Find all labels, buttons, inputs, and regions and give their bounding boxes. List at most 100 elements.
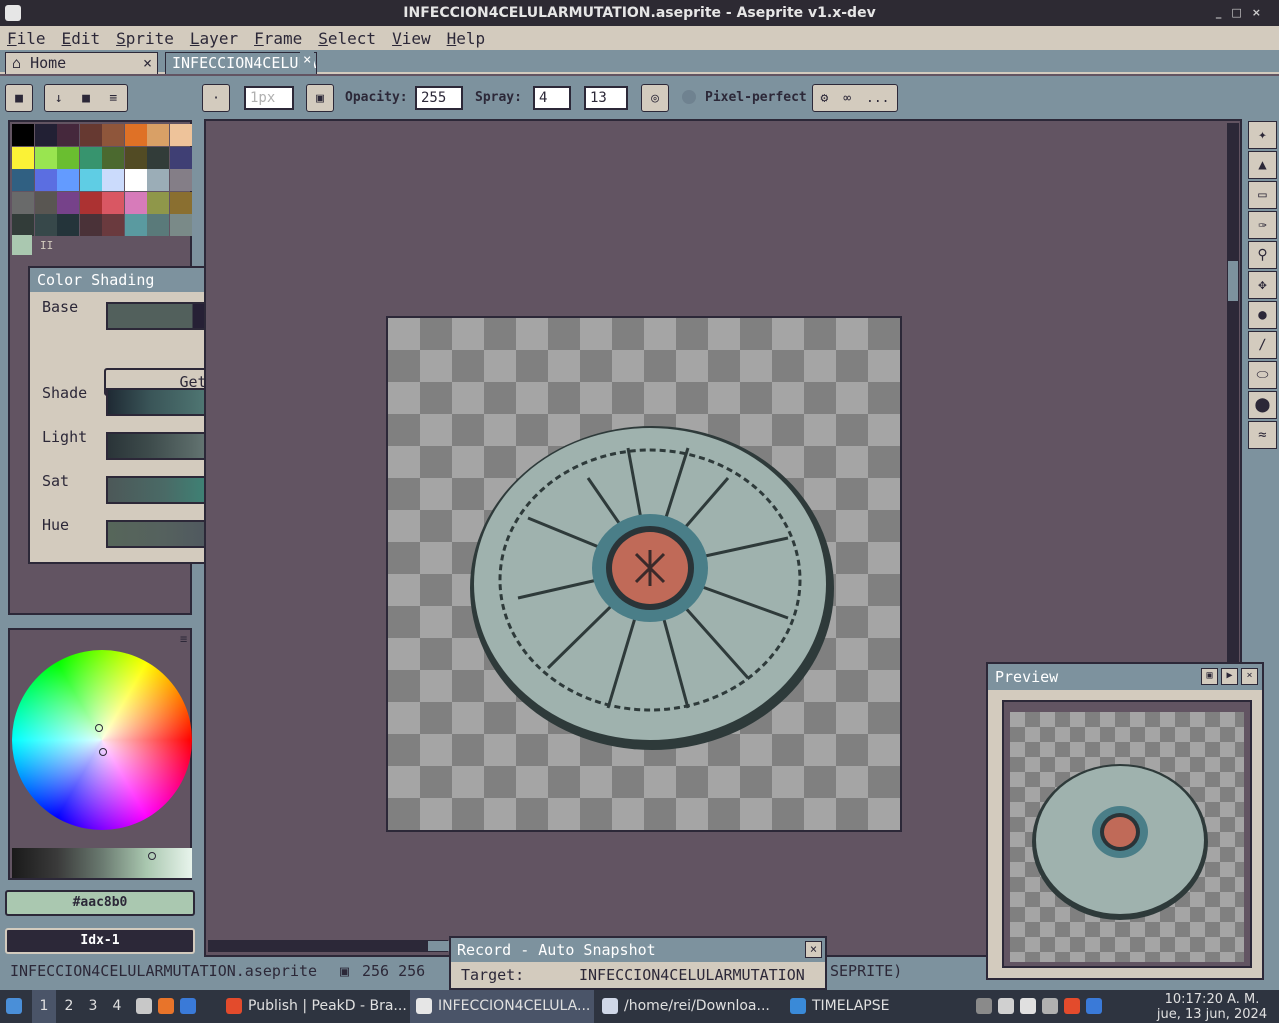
symmetry-button[interactable]: ◎ [641, 84, 669, 112]
start-menu[interactable] [6, 990, 28, 1023]
menu-sprite[interactable]: Sprite [109, 29, 183, 48]
palette-swatch[interactable] [12, 124, 34, 146]
menu-layer[interactable]: Layer [183, 29, 247, 48]
spray-width-input[interactable]: 4 [533, 86, 571, 110]
color-index-field[interactable]: Idx-1 [5, 928, 195, 954]
center-icon[interactable]: ▣ [1201, 668, 1218, 685]
lock-button[interactable]: ■ [5, 84, 33, 112]
palette-swatch[interactable] [124, 124, 147, 146]
horizontal-scrollbar[interactable] [208, 940, 458, 952]
brave-tray-icon[interactable] [1064, 998, 1080, 1014]
palette-swatch[interactable] [169, 191, 192, 214]
palette-swatch[interactable] [147, 214, 169, 236]
palette-swatch[interactable] [34, 214, 57, 236]
task-files[interactable]: /home/rei/Downloa... [602, 990, 780, 1023]
palette-swatch[interactable] [57, 146, 79, 169]
value-bar[interactable] [12, 848, 192, 878]
palette-swatch[interactable] [79, 124, 102, 146]
system-tray[interactable] [976, 990, 1108, 1023]
workspace-3[interactable]: 3 [82, 990, 104, 1023]
line-tool[interactable]: ∕ [1248, 331, 1277, 359]
close-icon[interactable]: × [1241, 668, 1258, 685]
network-icon[interactable] [976, 998, 992, 1014]
menu-help[interactable]: Help [440, 29, 495, 48]
palette-swatch[interactable] [57, 169, 79, 191]
wheel-marker[interactable] [95, 724, 103, 732]
eyedropper-tool[interactable]: ✑ [1248, 211, 1277, 239]
pixel-perfect-checkbox[interactable] [682, 90, 696, 104]
quick-launch[interactable] [136, 990, 202, 1023]
palette-swatch[interactable] [124, 169, 147, 191]
layer-actions[interactable]: ↓ ■ ≡ [44, 84, 128, 112]
menu-view[interactable]: View [385, 29, 440, 48]
palette-swatch[interactable] [79, 214, 102, 236]
preview-canvas[interactable] [1002, 700, 1252, 968]
task-aseprite[interactable]: INFECCION4CELULA... [410, 990, 594, 1023]
arrow-down-icon[interactable]: ↓ [55, 91, 63, 106]
play-icon[interactable]: ▶ [1221, 668, 1238, 685]
color-wheel[interactable] [12, 650, 192, 830]
display-icon[interactable] [1042, 998, 1058, 1014]
palette-swatch[interactable] [124, 214, 147, 236]
palette-swatch[interactable] [102, 146, 124, 169]
menu-frame[interactable]: Frame [247, 29, 311, 48]
volume-icon[interactable] [998, 998, 1014, 1014]
palette-swatch[interactable] [34, 169, 57, 191]
notification-icon[interactable] [1086, 998, 1102, 1014]
palette-swatch[interactable] [79, 191, 102, 214]
palette-swatch[interactable] [169, 124, 192, 146]
tab-document[interactable]: INFECCION4CELULARMUTATION.aseprite [165, 52, 317, 74]
brush-type-button[interactable]: · [202, 84, 230, 112]
spray-speed-input[interactable]: 13 [584, 86, 628, 110]
ellipse-tool[interactable]: ⬭ [1248, 361, 1277, 389]
selection-tool[interactable]: ✦ [1248, 121, 1277, 149]
blur-tool[interactable]: ≈ [1248, 421, 1277, 449]
palette-swatch[interactable] [169, 214, 192, 236]
palette-swatch[interactable] [169, 146, 192, 169]
palette-swatch[interactable] [147, 124, 169, 146]
palette-swatch[interactable] [57, 214, 79, 236]
hex-color-field[interactable]: #aac8b0 [5, 890, 195, 916]
preview-header[interactable]: Preview ▣ ▶ × [988, 664, 1262, 690]
more-button[interactable]: ... [866, 91, 889, 106]
files-icon[interactable] [136, 998, 152, 1014]
palette-swatch[interactable] [34, 191, 57, 214]
current-color-swatch[interactable] [12, 235, 32, 255]
palette-swatch[interactable] [147, 146, 169, 169]
terminal-icon[interactable] [180, 998, 196, 1014]
fill-tool[interactable]: ● [1248, 301, 1277, 329]
eraser-tool[interactable]: ▭ [1248, 181, 1277, 209]
gear-icon[interactable]: ⚙ [820, 91, 828, 106]
opacity-input[interactable]: 255 [415, 86, 463, 110]
menu-edit[interactable]: Edit [55, 29, 110, 48]
palette-swatch[interactable] [147, 169, 169, 191]
palette-swatch[interactable] [79, 169, 102, 191]
palette-swatch[interactable] [57, 191, 79, 214]
palette-swatch[interactable] [147, 191, 169, 214]
contour-tool[interactable]: ⬤ [1248, 391, 1277, 419]
menu-file[interactable]: File [0, 29, 55, 48]
palette-swatch[interactable] [12, 214, 34, 236]
task-timelapse[interactable]: TIMELAPSE [790, 990, 900, 1023]
wheel-menu-icon[interactable]: ≡ [180, 632, 187, 646]
close-icon[interactable]: × [805, 941, 822, 958]
clipboard-icon[interactable] [1020, 998, 1036, 1014]
palette-swatch[interactable] [12, 146, 34, 169]
task-browser[interactable]: Publish | PeakD - Bra... [226, 990, 406, 1023]
ink-button[interactable]: ▣ [306, 84, 334, 112]
palette-swatch[interactable] [34, 124, 57, 146]
sprite-canvas[interactable] [386, 316, 902, 832]
palette-swatch[interactable] [102, 214, 124, 236]
pencil-tool[interactable]: ▲ [1248, 151, 1277, 179]
window-controls[interactable]: _□× [1216, 0, 1271, 26]
palette-swatch[interactable] [124, 191, 147, 214]
move-tool[interactable]: ✥ [1248, 271, 1277, 299]
firefox-icon[interactable] [158, 998, 174, 1014]
brush-size-input[interactable]: 1px [244, 86, 294, 110]
palette-swatch[interactable] [34, 146, 57, 169]
extra-options[interactable]: ⚙ ∞ ... [812, 84, 898, 112]
menu-select[interactable]: Select [311, 29, 385, 48]
palette-swatch[interactable] [102, 169, 124, 191]
tab-home[interactable]: ⌂ Home × [5, 52, 158, 74]
wheel-marker-secondary[interactable] [99, 748, 107, 756]
